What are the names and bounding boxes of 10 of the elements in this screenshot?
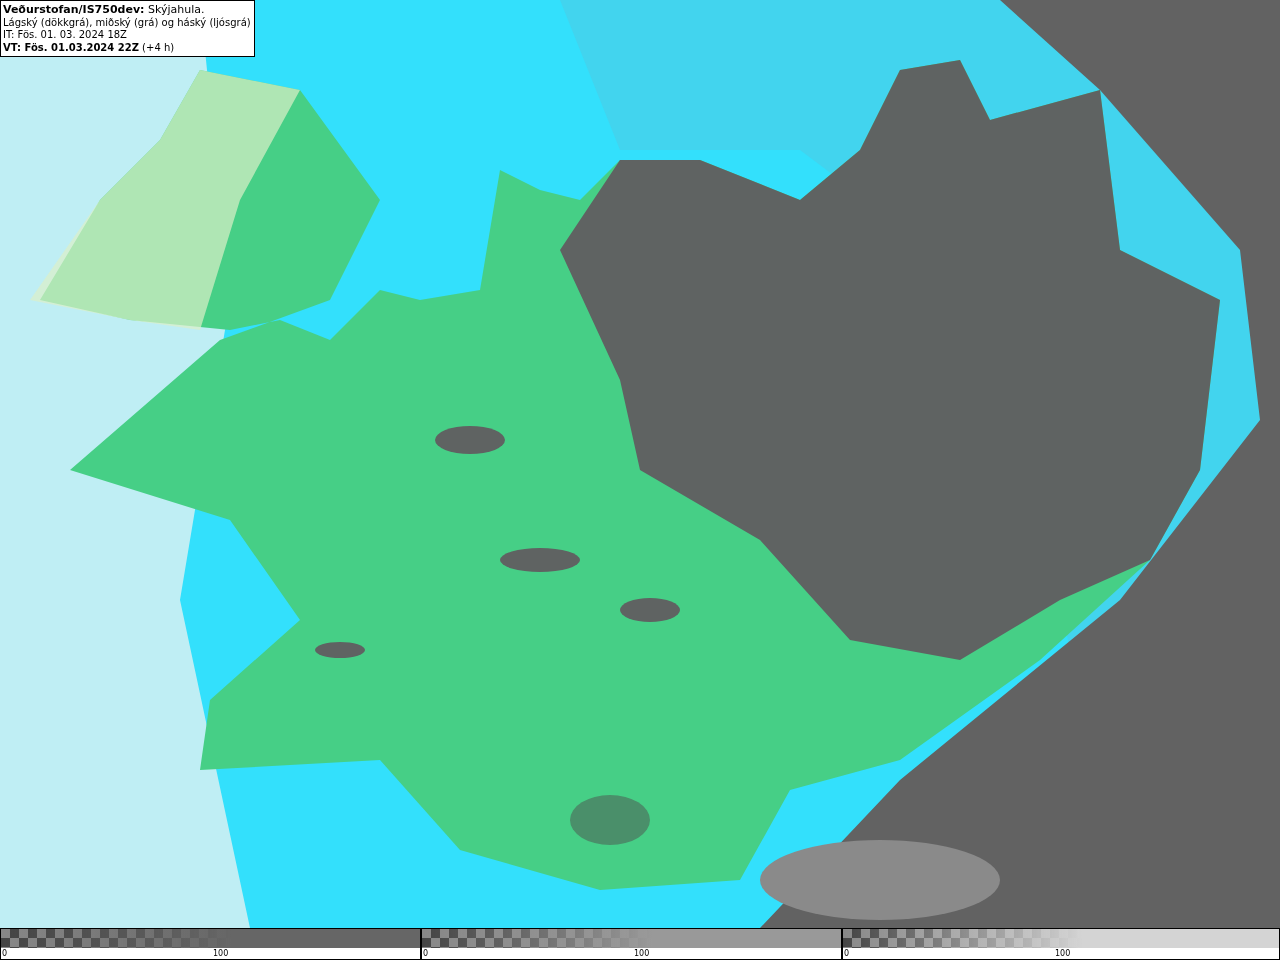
scale-label: 0 — [2, 948, 8, 960]
scale-label: 100 — [1055, 948, 1071, 960]
scale-label: 0 — [423, 948, 429, 960]
legend-text: VT: Fös. 01.03.2024 22Z (+4 h) — [3, 41, 176, 54]
legend-text: Veðurstofan/IS750dev: Skýjahula. — [3, 4, 206, 17]
legend-text: Lágský (dökkgrá), miðský (grá) og háský (ljósgrá) — [3, 16, 251, 29]
scale-label: 100 — [634, 948, 650, 960]
scale-label: 0 — [844, 948, 850, 960]
legend-text: IT: Fös. 01. 03. 2024 18Z — [3, 29, 128, 42]
scale-label: 100 — [213, 948, 229, 960]
